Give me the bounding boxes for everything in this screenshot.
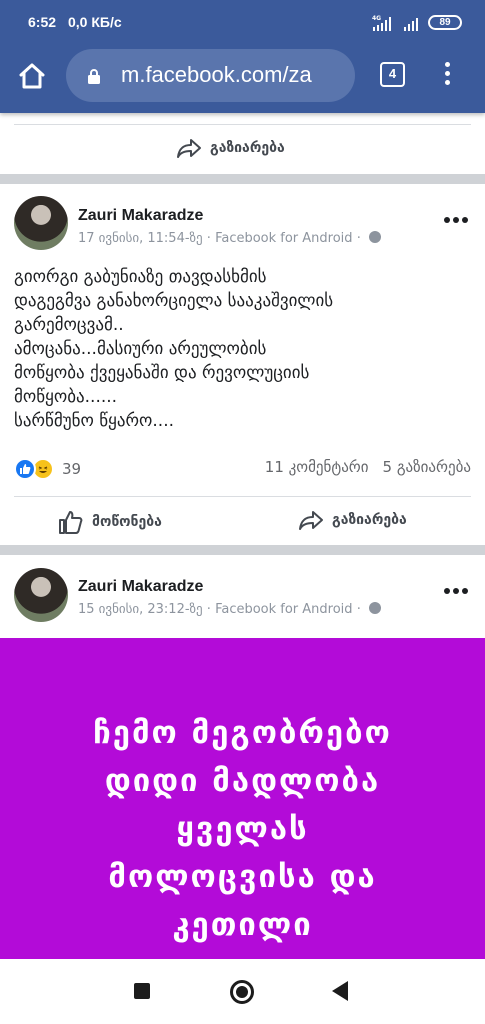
meta-separator: · bbox=[356, 602, 361, 617]
post-meta: 17 ივნისი, 11:54-ზე · Facebook for Andro… bbox=[78, 231, 381, 246]
post-author[interactable]: Zauri Makaradze bbox=[78, 207, 203, 225]
status-bar: 6:52 0,0 КБ/с 4G 89 bbox=[0, 0, 485, 44]
engagement-stats: 11 კომენტარი 5 გაზიარება bbox=[265, 458, 471, 476]
battery-indicator: 89 bbox=[428, 15, 462, 30]
avatar[interactable] bbox=[14, 568, 68, 622]
post-text-line: მოწყობა ქვეყანაში და რევოლუციის bbox=[14, 363, 310, 383]
more-horiz-icon[interactable] bbox=[444, 217, 468, 225]
url-row: m.facebook.com/za 4 bbox=[0, 44, 485, 113]
share-label: გაზიარება bbox=[332, 512, 407, 528]
post-date[interactable]: 15 ივნისი, 23:12-ზე bbox=[78, 602, 203, 617]
image-text-line: ჩემო მეგობრებო bbox=[93, 715, 392, 751]
post-separator bbox=[0, 174, 485, 184]
image-text-line: მოლოცვისა და bbox=[108, 859, 377, 895]
share-button[interactable]: გაზიარება bbox=[298, 509, 407, 531]
meta-separator: · bbox=[206, 231, 211, 246]
like-label: მოწონება bbox=[92, 514, 162, 530]
address-bar[interactable]: m.facebook.com/za bbox=[66, 49, 355, 102]
post-text-line: ამოცანა...მასიური არეულობის bbox=[14, 339, 267, 359]
share-icon bbox=[177, 139, 201, 158]
signal-4g-label: 4G bbox=[372, 15, 381, 22]
signal-icon-2 bbox=[404, 18, 418, 31]
globe-icon bbox=[368, 602, 381, 614]
divider bbox=[14, 124, 471, 125]
post-date[interactable]: 17 ივნისი, 11:54-ზე bbox=[78, 231, 203, 246]
more-vert-icon[interactable] bbox=[440, 62, 454, 88]
home-icon[interactable] bbox=[14, 58, 50, 94]
tabs-icon[interactable]: 4 bbox=[380, 62, 405, 87]
avatar[interactable] bbox=[14, 196, 68, 250]
system-nav-bar bbox=[0, 959, 485, 1024]
image-text-line: დიდი მადლობა bbox=[104, 763, 381, 799]
post-text: გიორგი გაბუნიაზე თავდასხმის დაგეგმვა გან… bbox=[14, 265, 476, 433]
post-text-line: დაგეგმვა განახორციელა სააკაშვილის bbox=[14, 291, 334, 311]
signal-icon: 4G bbox=[372, 15, 391, 31]
post-app: Facebook for Android bbox=[215, 231, 353, 246]
divider bbox=[14, 496, 471, 497]
app-frame: 6:52 0,0 КБ/с 4G 89 m.facebook.com/za 4 … bbox=[0, 0, 485, 1024]
lock-icon bbox=[88, 69, 100, 84]
meta-separator: · bbox=[206, 602, 211, 617]
meta-separator: · bbox=[356, 231, 361, 246]
share-button-prev[interactable]: გაზიარება bbox=[176, 137, 285, 159]
more-horiz-icon[interactable] bbox=[444, 588, 468, 596]
like-reaction-icon bbox=[14, 458, 36, 480]
share-count[interactable]: 5 გაზიარება bbox=[383, 458, 471, 476]
image-text-line: კეთილი bbox=[172, 907, 313, 943]
home-nav-icon[interactable] bbox=[230, 980, 254, 1004]
image-text-line: ყველას bbox=[176, 811, 309, 847]
share-label: გაზიარება bbox=[210, 140, 285, 156]
reaction-count: 39 bbox=[62, 460, 82, 478]
comment-count[interactable]: 11 კომენტარი bbox=[265, 458, 369, 476]
post-text-line: გიორგი გაბუნიაზე თავდასხმის bbox=[14, 267, 267, 287]
post-text-line: მოწყობა...... bbox=[14, 387, 118, 407]
back-icon[interactable] bbox=[332, 981, 348, 1001]
post-author[interactable]: Zauri Makaradze bbox=[78, 578, 203, 596]
post-text-line: გარემოცვამ.. bbox=[14, 315, 124, 335]
globe-icon bbox=[368, 231, 381, 243]
news-feed: გაზიარება Zauri Makaradze 17 ივნისი, 11:… bbox=[0, 113, 485, 959]
url-text: m.facebook.com/za bbox=[121, 62, 312, 87]
share-icon bbox=[299, 511, 323, 530]
post-app: Facebook for Android bbox=[215, 602, 353, 617]
post-meta: 15 ივნისი, 23:12-ზე · Facebook for Andro… bbox=[78, 602, 381, 617]
like-icon bbox=[59, 511, 83, 534]
post-image[interactable]: ჩემო მეგობრებო დიდი მადლობა ყველას მოლოც… bbox=[0, 638, 485, 959]
recents-icon[interactable] bbox=[134, 983, 150, 999]
post-text-line: სარწმუნო წყარო.... bbox=[14, 411, 174, 431]
like-button[interactable]: მოწონება bbox=[58, 509, 162, 535]
browser-toolbar: 6:52 0,0 КБ/с 4G 89 m.facebook.com/za 4 bbox=[0, 0, 485, 113]
reaction-summary[interactable]: 39 bbox=[14, 458, 81, 480]
status-time: 6:52 bbox=[28, 14, 57, 30]
status-network-speed: 0,0 КБ/с bbox=[68, 14, 122, 30]
post-separator bbox=[0, 545, 485, 555]
